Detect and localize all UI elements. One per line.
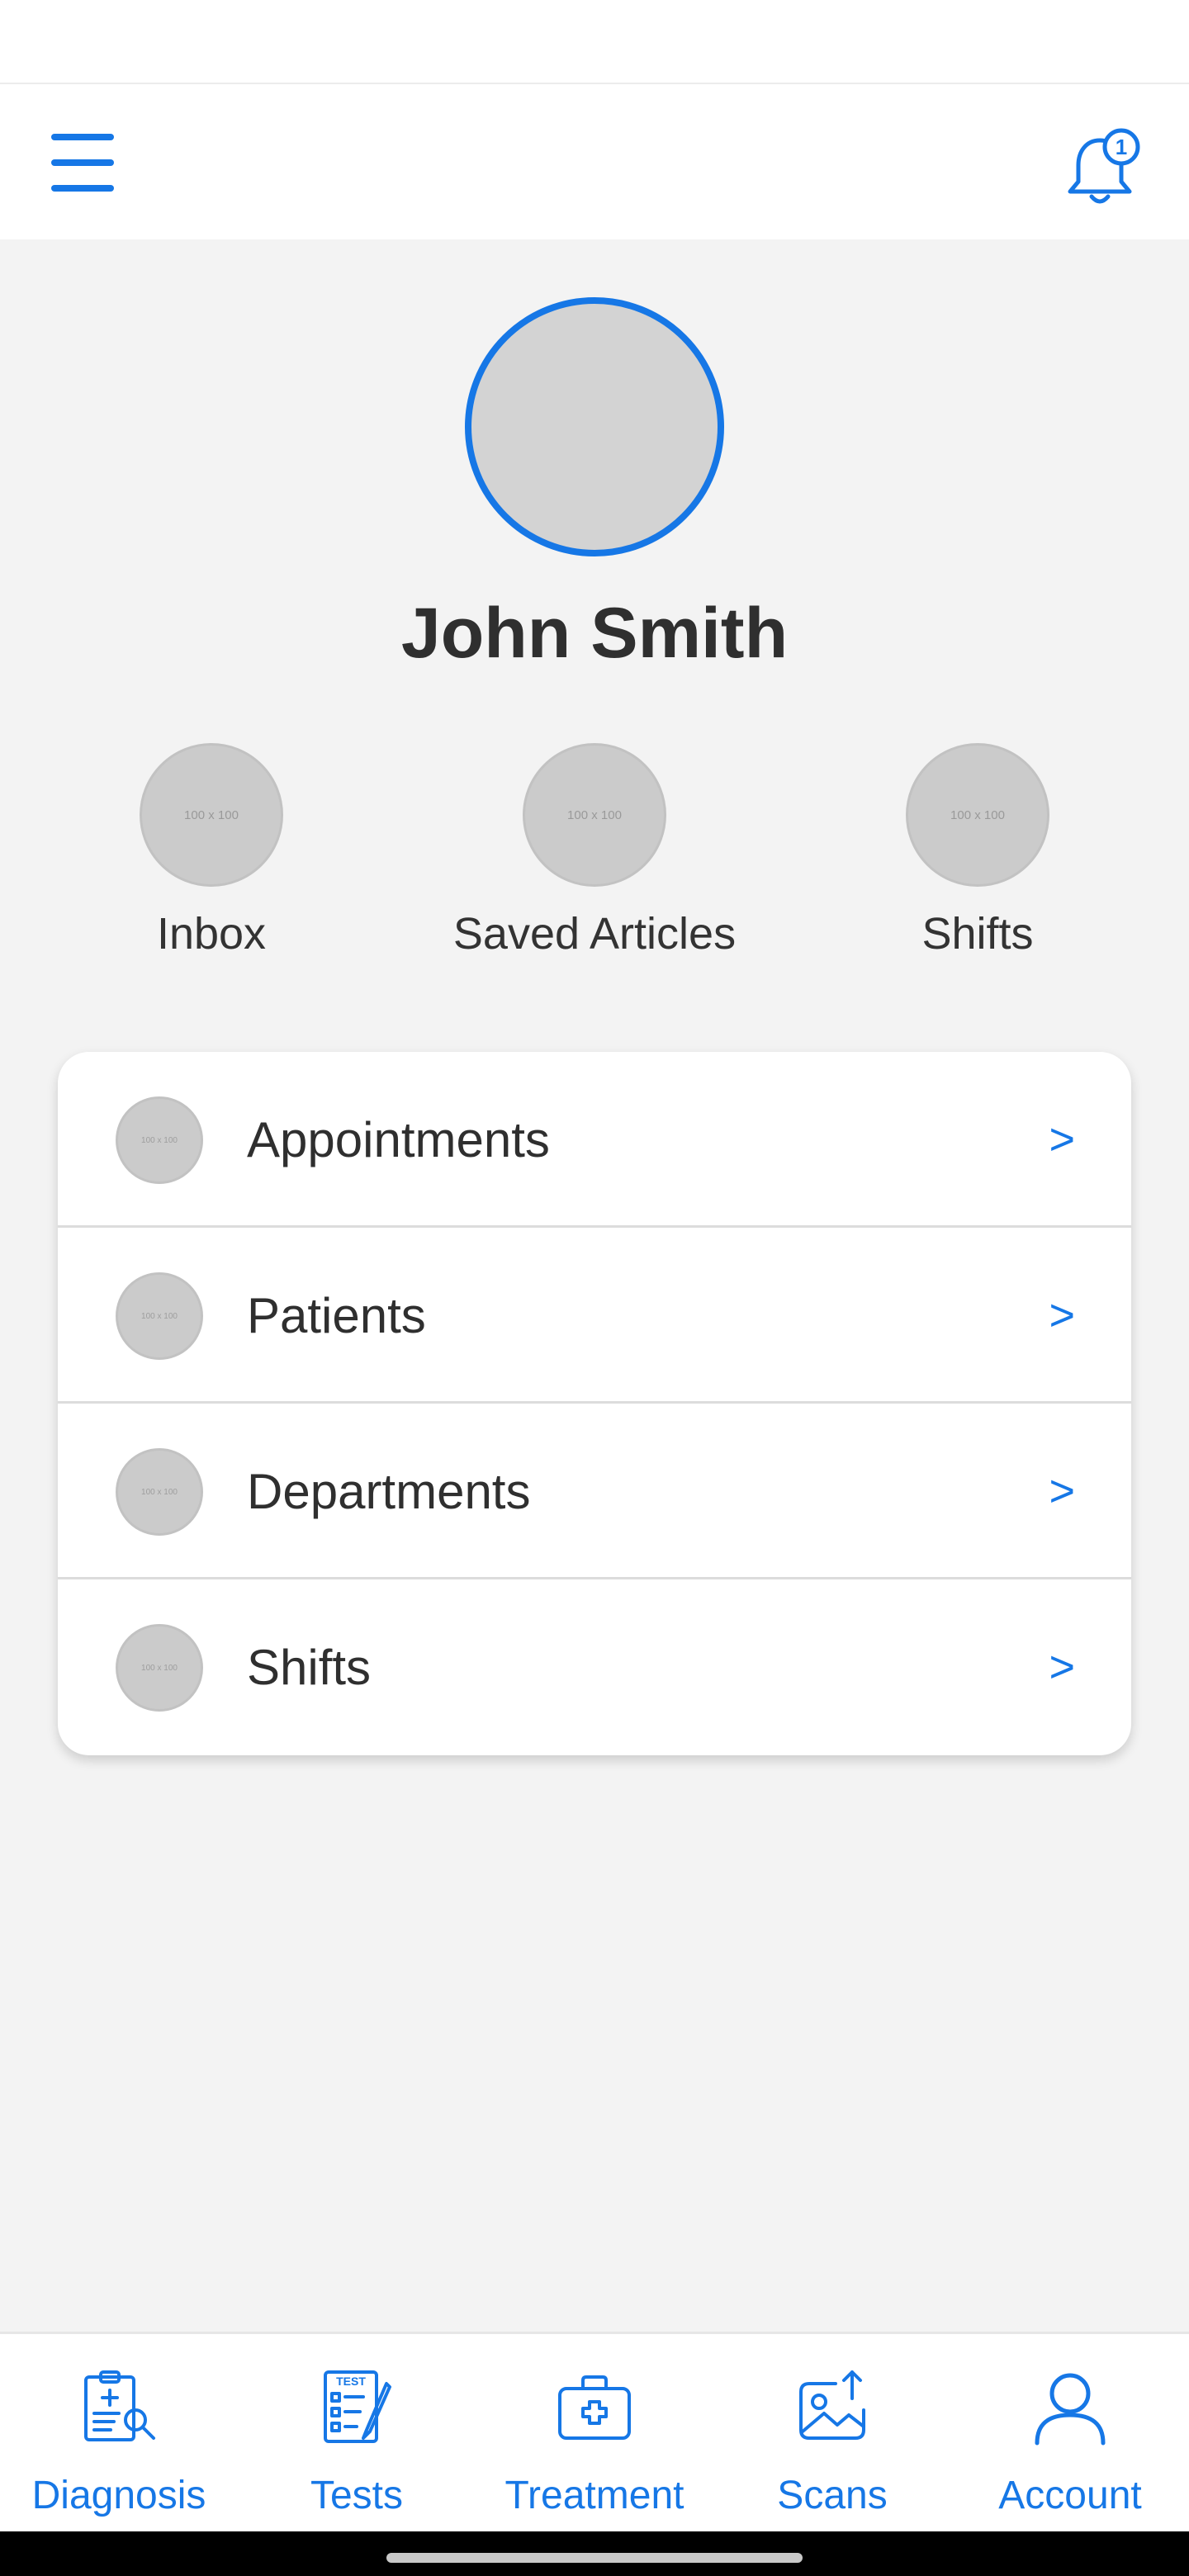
departments-icon: 100 x 100 bbox=[116, 1448, 203, 1536]
quick-link-label: Saved Articles bbox=[452, 909, 737, 959]
inbox-icon: 100 x 100 bbox=[140, 743, 283, 887]
quick-link-saved-articles[interactable]: 100 x 100 Saved Articles bbox=[421, 743, 768, 959]
hamburger-menu-icon[interactable] bbox=[51, 134, 122, 192]
menu-item-shifts[interactable]: 100 x 100 Shifts > bbox=[58, 1579, 1131, 1755]
home-indicator[interactable] bbox=[386, 2553, 803, 2563]
image-placeholder-text: 100 x 100 bbox=[567, 807, 622, 822]
shifts-icon: 100 x 100 bbox=[906, 743, 1049, 887]
status-bar bbox=[0, 0, 1189, 83]
notification-button[interactable]: 1 bbox=[1059, 127, 1141, 210]
diagnosis-clipboard-icon bbox=[84, 2370, 155, 2441]
nav-diagnosis[interactable]: Diagnosis bbox=[0, 2334, 238, 2534]
image-placeholder-text: 100 x 100 bbox=[184, 807, 239, 822]
app-header: 1 bbox=[0, 83, 1189, 239]
medical-kit-icon bbox=[558, 2375, 631, 2440]
shifts-icon: 100 x 100 bbox=[116, 1624, 203, 1712]
bell-icon: 1 bbox=[1068, 128, 1140, 204]
notification-count-badge: 1 bbox=[1116, 135, 1127, 159]
nav-scans[interactable]: Scans bbox=[713, 2334, 951, 2534]
menu-item-label: Patients bbox=[247, 1288, 426, 1343]
system-navigation-bar bbox=[0, 2531, 1189, 2576]
menu-item-departments[interactable]: 100 x 100 Departments > bbox=[58, 1404, 1131, 1579]
nav-account[interactable]: Account bbox=[951, 2334, 1189, 2534]
nav-label: Account bbox=[998, 2474, 1142, 2517]
chevron-right-icon: > bbox=[1049, 1115, 1075, 1164]
menu-item-label: Departments bbox=[247, 1464, 531, 1519]
chevron-right-icon: > bbox=[1049, 1642, 1075, 1692]
nav-label: Tests bbox=[310, 2474, 404, 2517]
quick-links: 100 x 100 Inbox 100 x 100 Saved Articles… bbox=[0, 743, 1189, 974]
nav-label: Diagnosis bbox=[31, 2474, 206, 2517]
chevron-right-icon: > bbox=[1049, 1290, 1075, 1340]
image-placeholder-text: 100 x 100 bbox=[141, 1135, 178, 1145]
quick-link-shifts[interactable]: 100 x 100 Shifts bbox=[804, 743, 1151, 959]
nav-label: Scans bbox=[777, 2474, 888, 2517]
menu-item-appointments[interactable]: 100 x 100 Appointments > bbox=[58, 1052, 1131, 1228]
nav-treatment[interactable]: Treatment bbox=[476, 2334, 713, 2534]
image-placeholder-text: 100 x 100 bbox=[950, 807, 1005, 822]
menu-item-label: Appointments bbox=[247, 1112, 550, 1167]
scan-upload-icon bbox=[799, 2370, 865, 2440]
nav-tests[interactable]: TEST Tests bbox=[238, 2334, 476, 2534]
image-placeholder-text: 100 x 100 bbox=[141, 1487, 178, 1497]
patients-icon: 100 x 100 bbox=[116, 1272, 203, 1360]
image-placeholder-text: 100 x 100 bbox=[141, 1311, 178, 1321]
menu-item-patients[interactable]: 100 x 100 Patients > bbox=[58, 1228, 1131, 1404]
bottom-nav: Diagnosis TEST Tests Treatment Scans Acc… bbox=[0, 2332, 1189, 2531]
menu-card: 100 x 100 Appointments > 100 x 100 Patie… bbox=[58, 1052, 1131, 1755]
quick-link-inbox[interactable]: 100 x 100 Inbox bbox=[38, 743, 385, 959]
user-icon bbox=[1035, 2373, 1106, 2446]
quick-link-label: Shifts bbox=[921, 909, 1034, 959]
chevron-right-icon: > bbox=[1049, 1466, 1075, 1516]
test-checklist-icon: TEST bbox=[324, 2370, 391, 2443]
avatar[interactable] bbox=[465, 297, 724, 556]
menu-item-label: Shifts bbox=[247, 1640, 372, 1695]
saved-articles-icon: 100 x 100 bbox=[523, 743, 666, 887]
quick-link-label: Inbox bbox=[156, 909, 267, 959]
image-placeholder-text: 100 x 100 bbox=[141, 1663, 178, 1673]
user-name: John Smith bbox=[400, 594, 789, 673]
test-icon-text: TEST bbox=[336, 2375, 366, 2388]
appointments-icon: 100 x 100 bbox=[116, 1096, 203, 1184]
nav-label: Treatment bbox=[504, 2474, 685, 2517]
